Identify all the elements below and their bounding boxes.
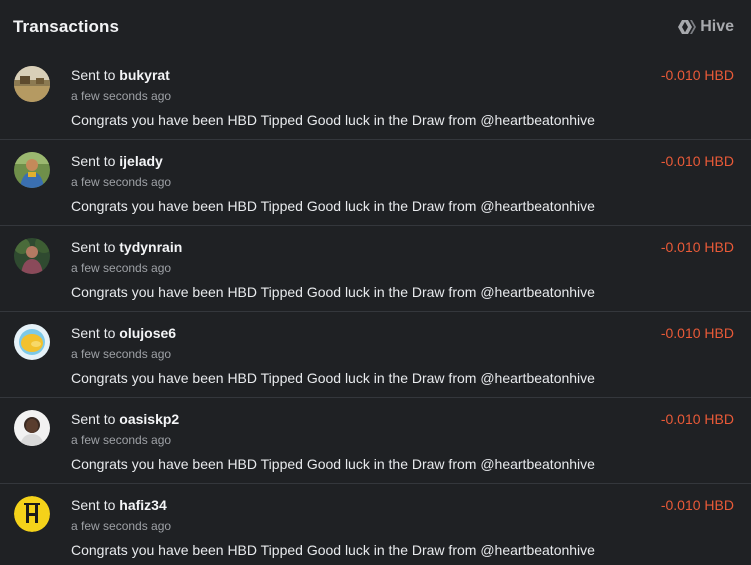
transaction-time: a few seconds ago [71,519,172,533]
transaction-memo: Congrats you have been HBD Tipped Good l… [71,370,595,386]
transaction-time: a few seconds ago [71,89,172,103]
transaction-title: Sent to ijelady [71,153,163,169]
transaction-time: a few seconds ago [71,261,172,275]
transaction-amount: -0.010 HBD [660,325,734,341]
person-outdoor-photo-avatar[interactable] [14,238,50,274]
transaction-memo: Congrats you have been HBD Tipped Good l… [71,198,595,214]
hive-logo-icon [678,19,697,35]
transaction-title: Sent to tydynrain [71,239,182,255]
recipient-link[interactable]: ijelady [119,153,163,169]
transaction-amount: -0.010 HBD [660,67,734,83]
transaction-amount: -0.010 HBD [660,497,734,513]
recipient-link[interactable]: oasiskp2 [119,411,179,427]
transaction-memo: Congrats you have been HBD Tipped Good l… [71,284,595,300]
transaction-title: Sent to oasiskp2 [71,411,179,427]
transaction-amount: -0.010 HBD [660,411,734,427]
transaction-prefix: Sent to [71,153,116,169]
transaction-row[interactable]: Sent to oasiskp2 a few seconds ago Congr… [0,398,751,484]
transaction-memo: Congrats you have been HBD Tipped Good l… [71,542,595,558]
transaction-title: Sent to bukyrat [71,67,170,83]
transaction-row[interactable]: Sent to hafiz34 a few seconds ago Congra… [0,484,751,565]
transaction-memo: Congrats you have been HBD Tipped Good l… [71,456,595,472]
portrait-photo-avatar[interactable] [14,410,50,446]
header: Transactions Hive [0,0,751,56]
recipient-link[interactable]: bukyrat [119,67,170,83]
yellow-h-logo-avatar[interactable] [14,496,50,532]
transaction-prefix: Sent to [71,239,116,255]
landscape-photo-avatar[interactable] [14,66,50,102]
recipient-link[interactable]: hafiz34 [119,497,166,513]
transaction-list: Sent to bukyrat a few seconds ago Congra… [0,54,751,565]
transaction-row[interactable]: Sent to ijelady a few seconds ago Congra… [0,140,751,226]
transaction-amount: -0.010 HBD [660,153,734,169]
transaction-row[interactable]: Sent to bukyrat a few seconds ago Congra… [0,54,751,140]
recipient-link[interactable]: olujose6 [119,325,176,341]
recipient-link[interactable]: tydynrain [119,239,182,255]
transaction-prefix: Sent to [71,67,116,83]
hive-brand-link[interactable]: Hive [678,18,734,36]
transaction-title: Sent to hafiz34 [71,497,167,513]
yellow-blob-avatar[interactable] [14,324,50,360]
page-title: Transactions [13,17,120,36]
transaction-amount: -0.010 HBD [660,239,734,255]
transaction-time: a few seconds ago [71,175,172,189]
person-photo-avatar[interactable] [14,152,50,188]
transaction-row[interactable]: Sent to tydynrain a few seconds ago Cong… [0,226,751,312]
hive-brand-label: Hive [700,18,734,35]
transaction-time: a few seconds ago [71,433,172,447]
transaction-row[interactable]: Sent to olujose6 a few seconds ago Congr… [0,312,751,398]
transaction-memo: Congrats you have been HBD Tipped Good l… [71,112,595,128]
transaction-time: a few seconds ago [71,347,172,361]
transaction-prefix: Sent to [71,497,116,513]
transaction-prefix: Sent to [71,325,116,341]
transaction-title: Sent to olujose6 [71,325,176,341]
transaction-prefix: Sent to [71,411,116,427]
